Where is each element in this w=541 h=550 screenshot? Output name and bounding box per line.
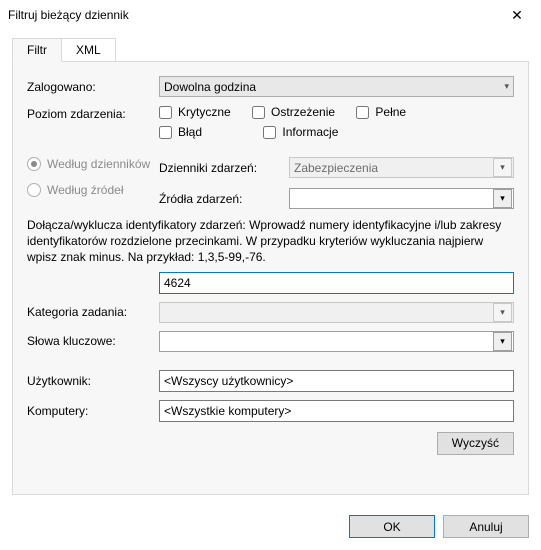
radio-by-logs-label: Według dzienników (47, 157, 150, 171)
combo-logged-time[interactable]: Dowolna godzina ▾ (159, 76, 514, 97)
label-event-logs: Dzienniki zdarzeń: (159, 161, 289, 175)
dialog-body: Filtr XML Zalogowano: Dowolna godzina ▾ … (0, 30, 541, 503)
tab-xml[interactable]: XML (61, 38, 116, 61)
checkbox-information-label: Informacje (282, 125, 338, 139)
tab-panel-filter: Zalogowano: Dowolna godzina ▾ Poziom zda… (12, 61, 529, 495)
radio-by-sources: Według źródeł (27, 183, 159, 197)
clear-button-label: Wyczyść (452, 436, 499, 450)
input-computers[interactable] (159, 400, 514, 422)
radio-by-sources-circle (27, 183, 41, 197)
checkbox-warning-input[interactable] (252, 106, 265, 119)
checkbox-critical-label: Krytyczne (178, 105, 231, 119)
label-logged: Zalogowano: (27, 80, 159, 94)
label-event-sources: Źródła zdarzeń: (159, 192, 289, 206)
checkbox-error-input[interactable] (159, 126, 172, 139)
tab-xml-label: XML (76, 43, 101, 57)
close-icon[interactable]: ✕ (497, 7, 537, 24)
label-task-category: Kategoria zadania: (27, 305, 159, 319)
checkbox-error-label: Błąd (178, 125, 202, 139)
combo-event-sources[interactable]: ▾ (289, 188, 514, 209)
chevron-down-icon: ▾ (493, 332, 512, 351)
checkbox-verbose-label: Pełne (375, 105, 406, 119)
ok-button-label: OK (383, 520, 400, 534)
chevron-down-icon: ▾ (493, 189, 512, 208)
combo-task-category: ▾ (159, 302, 514, 323)
combo-event-logs: Zabezpieczenia ▾ (289, 157, 514, 178)
titlebar: Filtruj bieżący dziennik ✕ (0, 0, 541, 30)
radio-by-logs: Według dzienników (27, 157, 159, 171)
chevron-down-icon: ▾ (504, 81, 509, 92)
cancel-button-label: Anuluj (469, 520, 502, 534)
checkbox-information-input[interactable] (263, 126, 276, 139)
radio-by-logs-circle (27, 157, 41, 171)
tab-filter[interactable]: Filtr (12, 38, 62, 62)
ok-button[interactable]: OK (349, 515, 435, 538)
label-computers: Komputery: (27, 404, 159, 418)
description-text: Dołącza/wyklucza identyfikatory zdarzeń:… (27, 217, 514, 266)
checkbox-information[interactable]: Informacje (263, 125, 338, 139)
combo-keywords[interactable]: ▾ (159, 331, 514, 352)
radio-by-sources-label: Według źródeł (47, 183, 124, 197)
clear-button[interactable]: Wyczyść (437, 432, 514, 455)
chevron-down-icon: ▾ (493, 158, 512, 177)
checkbox-verbose[interactable]: Pełne (356, 105, 406, 119)
checkbox-error[interactable]: Błąd (159, 125, 202, 139)
tabstrip: Filtr XML (12, 38, 529, 61)
dialog-footer: OK Anuluj (0, 503, 541, 550)
window-title: Filtruj bieżący dziennik (8, 8, 497, 22)
cancel-button[interactable]: Anuluj (443, 515, 529, 538)
input-event-ids[interactable] (159, 272, 514, 294)
input-user[interactable] (159, 370, 514, 392)
checkbox-verbose-input[interactable] (356, 106, 369, 119)
checkbox-critical[interactable]: Krytyczne (159, 105, 231, 119)
checkbox-warning-label: Ostrzeżenie (271, 105, 335, 119)
label-event-level: Poziom zdarzenia: (27, 105, 159, 121)
dialog-window: Filtruj bieżący dziennik ✕ Filtr XML Zal… (0, 0, 541, 550)
label-keywords: Słowa kluczowe: (27, 334, 159, 348)
tab-filter-label: Filtr (27, 43, 47, 57)
combo-logged-time-value: Dowolna godzina (164, 80, 256, 94)
label-user: Użytkownik: (27, 374, 159, 388)
combo-event-logs-value: Zabezpieczenia (294, 161, 378, 175)
checkbox-warning[interactable]: Ostrzeżenie (252, 105, 335, 119)
checkbox-critical-input[interactable] (159, 106, 172, 119)
chevron-down-icon: ▾ (493, 303, 512, 322)
